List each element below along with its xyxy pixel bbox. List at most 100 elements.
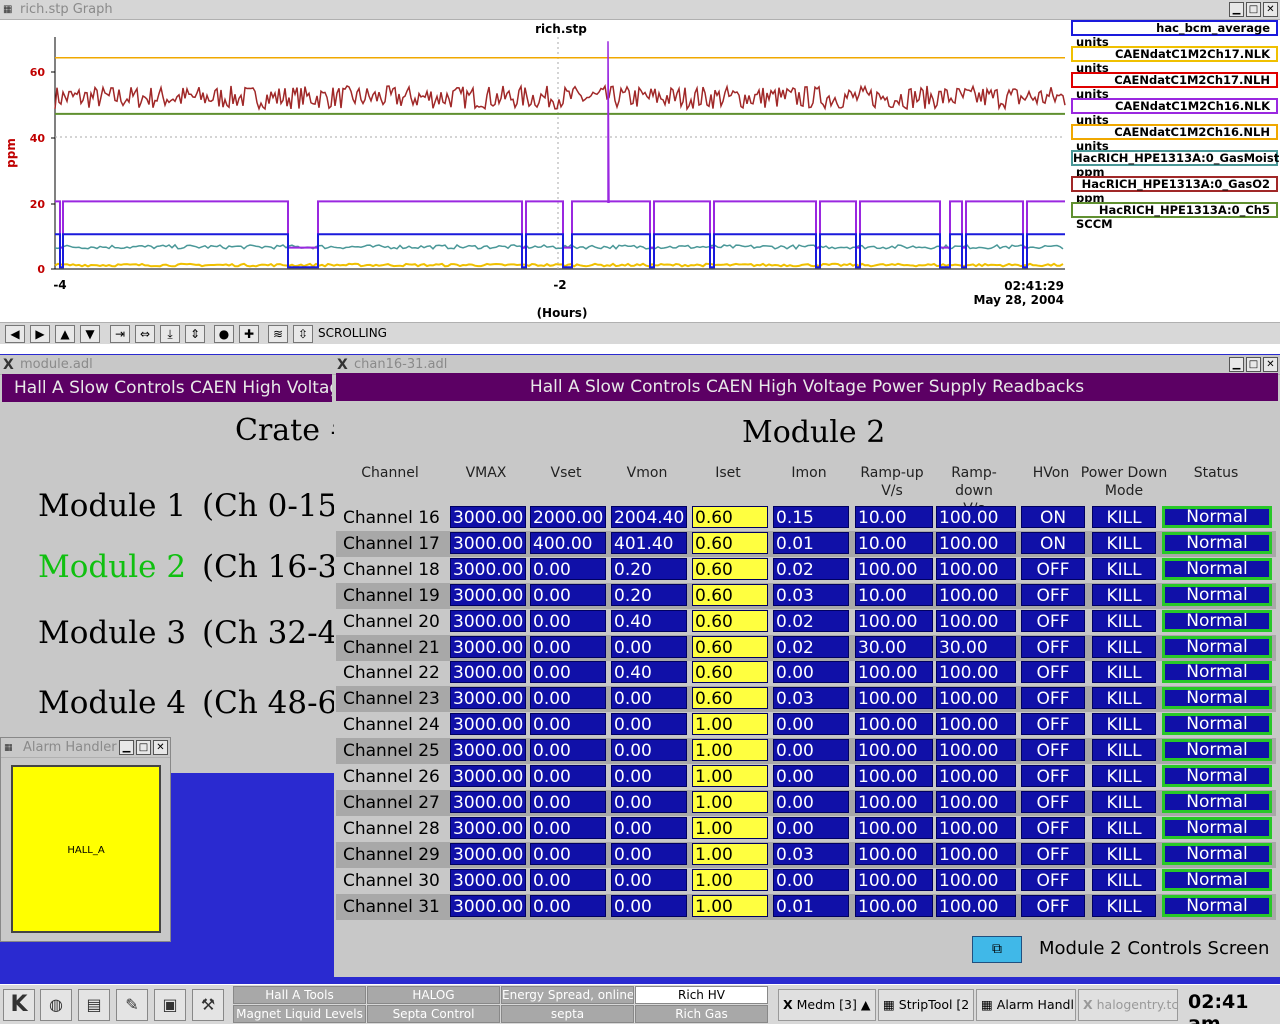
arrow-left-icon[interactable]: ◀ (5, 325, 25, 343)
maximize-icon[interactable]: □ (136, 740, 151, 755)
y-tick-label: 20 (30, 198, 46, 211)
cell-vset: 0.00 (530, 739, 606, 762)
arrow-up-icon[interactable]: ▲ (55, 325, 75, 343)
controls-screen-button[interactable]: ⧉ (972, 936, 1022, 963)
controls-screen-label: Module 2 Controls Screen (1039, 938, 1270, 959)
kde-menu-icon[interactable]: K (3, 989, 35, 1021)
refresh-icon[interactable]: ≋ (268, 325, 288, 343)
task-striptool[interactable]: ▦ StripTool [2 (878, 989, 974, 1021)
alarm-group-hall-a[interactable]: HALL_A (11, 765, 161, 933)
header-rampup-unit: V/s (881, 483, 903, 499)
globe-icon[interactable]: ◍ (40, 989, 72, 1021)
trace-spike (607, 41, 610, 204)
striptool-titlebar[interactable]: ▦ rich.stp Graph ▁ □ ✕ (0, 0, 1280, 20)
editor-icon[interactable]: ✎ (116, 989, 148, 1021)
cell-pd: KILL (1092, 842, 1156, 865)
arrow-down-icon[interactable]: ▼ (80, 325, 100, 343)
maximize-icon[interactable]: □ (1246, 357, 1261, 372)
cell-iset[interactable]: 0.60 (692, 583, 768, 606)
x-logo-icon[interactable]: X (337, 358, 348, 372)
strip-chart[interactable]: rich.stp ppm 60 40 20 0 -4 -2 (Hours) 02:41:… (0, 21, 1070, 321)
cell-iset[interactable]: 1.00 (692, 894, 768, 917)
cell-iset[interactable]: 1.00 (692, 765, 768, 787)
minimize-icon[interactable]: ▁ (1229, 357, 1244, 372)
module-titlebar[interactable]: X module.adl (0, 355, 334, 375)
legend-entry[interactable]: hac_bcm_average (1071, 20, 1278, 36)
alarm-app-icon[interactable]: ▦ (4, 741, 13, 755)
cell-iset[interactable]: 0.60 (692, 557, 768, 580)
cell-st: Normal (1162, 635, 1272, 658)
task-alarm-handler[interactable]: ▦ Alarm Handl (976, 989, 1076, 1021)
cell-iset[interactable]: 0.60 (692, 506, 768, 528)
close-icon[interactable]: ✕ (1263, 357, 1278, 372)
minimize-icon[interactable]: ▁ (1229, 2, 1244, 17)
cell-st: Normal (1162, 765, 1272, 787)
chan-banner: Hall A Slow Controls CAEN High Voltage P… (336, 373, 1278, 401)
cell-st: Normal (1162, 687, 1272, 710)
close-icon[interactable]: ✕ (153, 740, 168, 755)
module-3-range: (Ch 32-47) (202, 615, 334, 651)
cell-iset[interactable]: 0.60 (692, 661, 768, 684)
legend-entry[interactable]: HacRICH_HPE1313A:0_GasMoist (1071, 150, 1279, 166)
cell-iset[interactable]: 0.60 (692, 531, 768, 554)
window-menu-icon[interactable]: ▦ (3, 3, 12, 17)
pan-icon[interactable]: ✚ (239, 325, 259, 343)
cell-iset[interactable]: 0.60 (692, 687, 768, 710)
module-4-range: (Ch 48-63) (202, 685, 334, 721)
cell-iset[interactable]: 1.00 (692, 816, 768, 839)
cell-iset[interactable]: 1.00 (692, 790, 768, 813)
module-3-button[interactable]: Module 3 (38, 615, 186, 651)
cell-iset[interactable]: 1.00 (692, 868, 768, 891)
legend-entry[interactable]: HacRICH_HPE1313A:0_Ch5 (1071, 202, 1278, 218)
cell-iset[interactable]: 1.00 (692, 739, 768, 762)
cell-iset[interactable]: 0.60 (692, 609, 768, 632)
cell-iset[interactable]: 1.00 (692, 842, 768, 865)
cell-hv: OFF (1021, 790, 1085, 813)
legend-entry[interactable]: CAENdatC1M2Ch17.NLK (1071, 46, 1278, 62)
desktop-3[interactable]: Energy Spread, online (501, 986, 634, 1004)
zoom-in-y-icon[interactable]: ⤓ (160, 325, 180, 343)
module-4-button[interactable]: Module 4 (38, 685, 186, 721)
file-manager-icon[interactable]: ▤ (78, 989, 110, 1021)
legend-entry[interactable]: CAENdatC1M2Ch16.NLK (1071, 98, 1278, 114)
chan-window-title: chan16-31.adl (354, 357, 448, 372)
header-powerdown-mode: Mode (1104, 483, 1144, 499)
desktop-1[interactable]: Hall A Tools (233, 986, 366, 1004)
arrow-right-icon[interactable]: ▶ (30, 325, 50, 343)
cell-iset[interactable]: 0.60 (692, 635, 768, 658)
close-icon[interactable]: ✕ (1263, 2, 1278, 17)
cell-iset[interactable]: 1.00 (692, 713, 768, 736)
desktop-5[interactable]: Magnet Liquid Levels (233, 1005, 366, 1023)
cell-st: Normal (1162, 506, 1272, 528)
zoom-out-x-icon[interactable]: ⇔ (135, 325, 155, 343)
zoom-in-x-icon[interactable]: ⇥ (110, 325, 130, 343)
module-2-button[interactable]: Module 2 (38, 549, 186, 585)
alarm-titlebar[interactable]: ▦ Alarm Handler ▁ □ ✕ (1, 738, 170, 758)
cell-st: Normal (1162, 531, 1272, 554)
reset-icon[interactable]: ● (214, 325, 234, 343)
desktop-7[interactable]: septa (501, 1005, 634, 1023)
task-medm[interactable]: X Medm [3] ▲ (778, 989, 876, 1021)
cell-rdn: 100.00 (936, 790, 1016, 813)
desktop-4[interactable]: Rich HV (635, 986, 768, 1004)
zoom-out-y-icon[interactable]: ⇕ (185, 325, 205, 343)
auto-scale-icon[interactable]: ⇳ (293, 325, 313, 343)
desktop-2[interactable]: HALOG (367, 986, 500, 1004)
desktop-6[interactable]: Septa Control (367, 1005, 500, 1023)
legend-entry[interactable]: HacRICH_HPE1313A:0_GasO2 (1071, 176, 1278, 192)
module-1-button[interactable]: Module 1 (38, 488, 186, 524)
cell-rup: 100.00 (855, 894, 933, 917)
task-halogentry[interactable]: X halogentry.tc (1078, 989, 1178, 1021)
cell-imon: 0.02 (773, 609, 849, 632)
cell-pd: KILL (1092, 506, 1156, 528)
maximize-icon[interactable]: □ (1246, 2, 1261, 17)
minimize-icon[interactable]: ▁ (119, 740, 134, 755)
desktop-8[interactable]: Rich Gas (635, 1005, 768, 1023)
x-logo-icon[interactable]: X (3, 358, 14, 372)
chan-titlebar[interactable]: X chan16-31.adl ▁ □ ✕ (334, 355, 1280, 375)
legend-entry[interactable]: CAENdatC1M2Ch16.NLH (1071, 124, 1278, 140)
shell-icon[interactable]: ▣ (154, 989, 186, 1021)
toolbox-icon[interactable]: ⚒ (192, 989, 224, 1021)
cell-pd: KILL (1092, 713, 1156, 736)
legend-entry[interactable]: CAENdatC1M2Ch17.NLH (1071, 72, 1278, 88)
